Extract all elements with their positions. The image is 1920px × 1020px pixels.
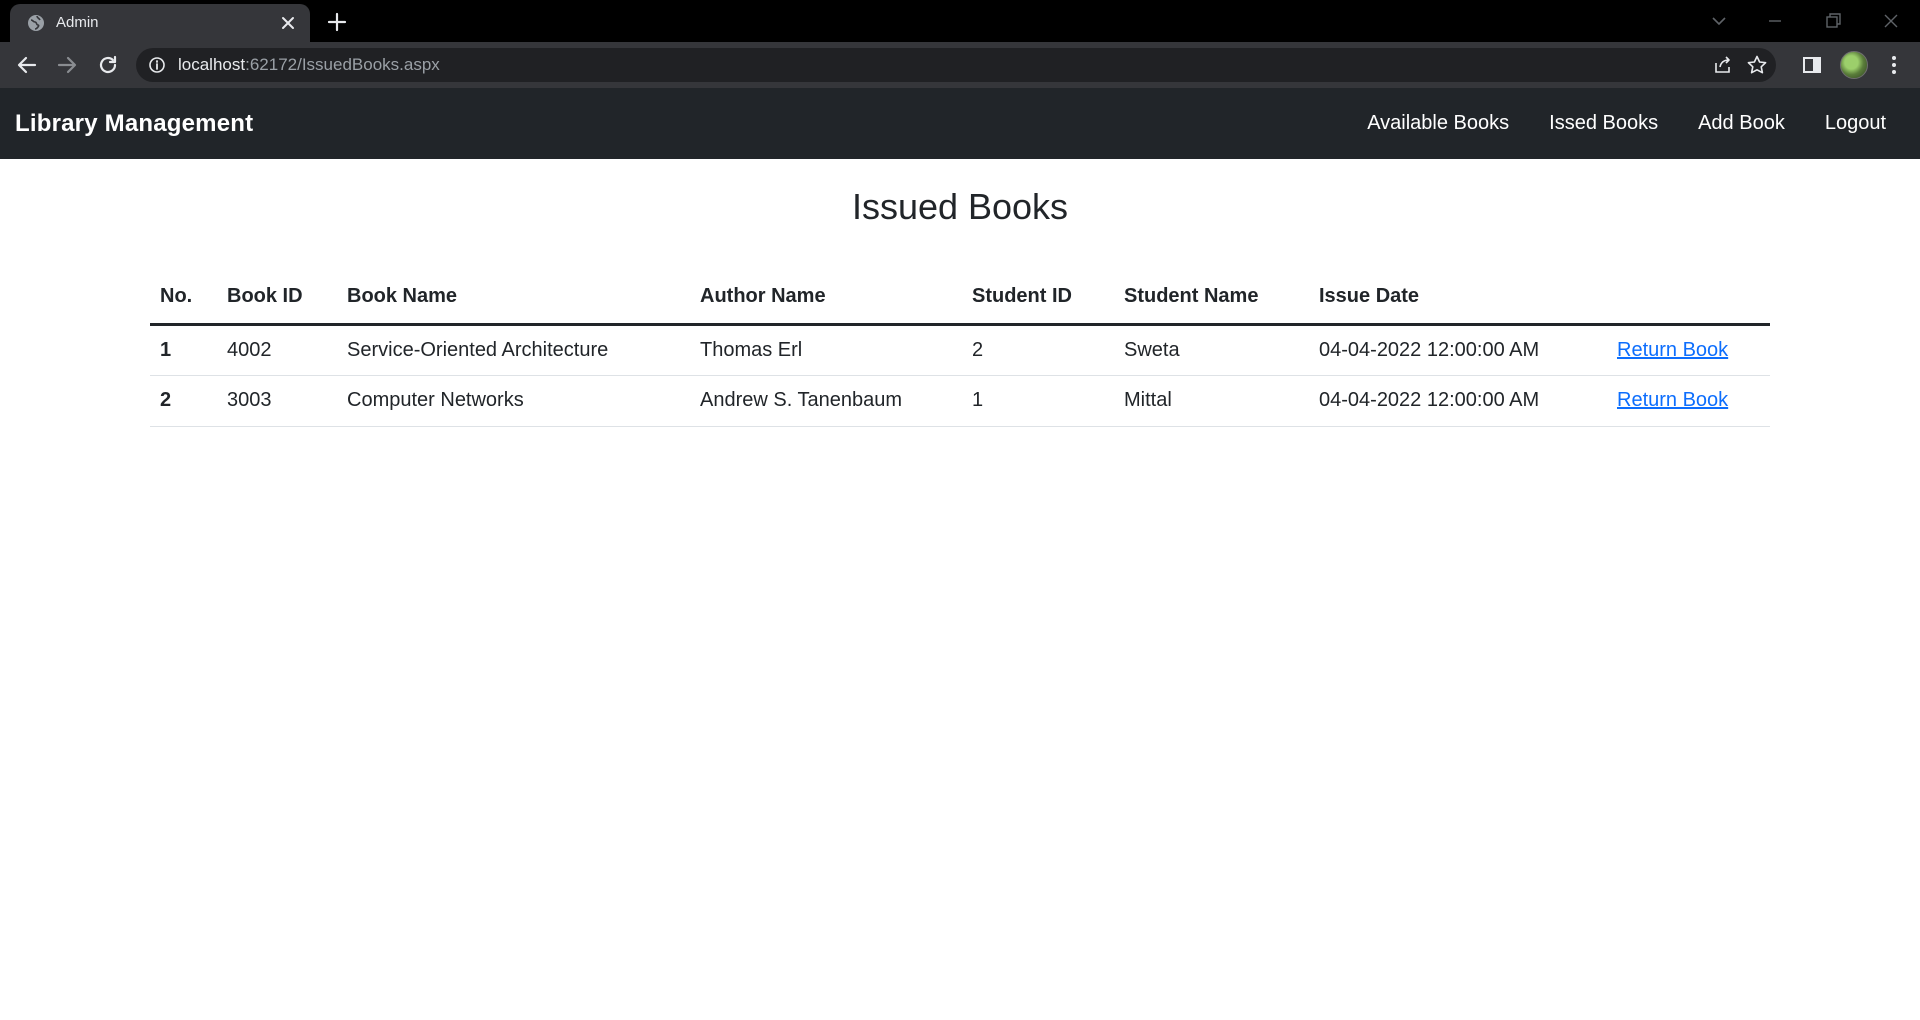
cell-book-name: Computer Networks — [337, 375, 690, 427]
nav-logout[interactable]: Logout — [1825, 112, 1886, 135]
nav-issued-books[interactable]: Issed Books — [1549, 112, 1658, 135]
browser-tabstrip: Admin — [0, 0, 1920, 42]
cell-book-name: Service-Oriented Architecture — [337, 324, 690, 376]
browser-toolbar: localhost:62172/IssuedBooks.aspx — [0, 42, 1920, 88]
url-host: localhost — [178, 55, 246, 74]
cell-no: 2 — [150, 375, 217, 427]
header-author-name: Author Name — [690, 270, 962, 326]
cell-book-id: 3003 — [217, 375, 337, 427]
header-book-name: Book Name — [337, 270, 690, 326]
header-issue-date: Issue Date — [1309, 270, 1607, 326]
cell-student-id: 1 — [962, 375, 1114, 427]
side-panel-icon[interactable] — [1800, 53, 1824, 77]
url-path: :62172/IssuedBooks.aspx — [245, 55, 440, 74]
site-navbar: Library Management Available Books Issed… — [0, 88, 1920, 159]
issued-books-table: No. Book ID Book Name Author Name Studen… — [150, 270, 1770, 427]
return-book-link[interactable]: Return Book — [1617, 389, 1728, 411]
header-action — [1607, 270, 1770, 326]
info-icon[interactable] — [148, 56, 166, 74]
tab-search-chevron-icon[interactable] — [1706, 8, 1732, 34]
restore-icon[interactable] — [1820, 8, 1846, 34]
cell-issue-date: 04-04-2022 12:00:00 AM — [1309, 324, 1607, 376]
back-arrow-icon[interactable] — [15, 53, 39, 77]
table-row: 1 4002 Service-Oriented Architecture Tho… — [150, 324, 1770, 376]
nav-links: Available Books Issed Books Add Book Log… — [1367, 88, 1886, 159]
close-icon[interactable] — [278, 13, 298, 33]
cell-student-name: Sweta — [1114, 324, 1309, 376]
url-text[interactable]: localhost:62172/IssuedBooks.aspx — [178, 48, 440, 82]
header-student-name: Student Name — [1114, 270, 1309, 326]
header-no: No. — [150, 270, 217, 326]
cell-action: Return Book — [1607, 324, 1770, 376]
return-book-link[interactable]: Return Book — [1617, 339, 1728, 361]
profile-avatar[interactable] — [1840, 51, 1868, 79]
table-row: 2 3003 Computer Networks Andrew S. Tanen… — [150, 375, 1770, 427]
issued-books-table-container: No. Book ID Book Name Author Name Studen… — [150, 270, 1770, 427]
reload-icon[interactable] — [96, 53, 120, 77]
cell-author-name: Thomas Erl — [690, 324, 962, 376]
page-title: Issued Books — [851, 186, 1069, 227]
forward-arrow-icon[interactable] — [55, 53, 79, 77]
cell-student-id: 2 — [962, 324, 1114, 376]
cell-book-id: 4002 — [217, 324, 337, 376]
plus-icon[interactable] — [326, 11, 348, 33]
globe-icon — [28, 15, 44, 31]
cell-issue-date: 04-04-2022 12:00:00 AM — [1309, 375, 1607, 427]
cell-action: Return Book — [1607, 375, 1770, 427]
address-bar[interactable]: localhost:62172/IssuedBooks.aspx — [136, 48, 1776, 82]
table-header-row: No. Book ID Book Name Author Name Studen… — [150, 270, 1770, 326]
navbar-brand[interactable]: Library Management — [15, 88, 253, 159]
star-icon[interactable] — [1746, 54, 1768, 76]
kebab-menu-icon[interactable] — [1882, 53, 1906, 77]
share-icon[interactable] — [1712, 54, 1734, 76]
cell-student-name: Mittal — [1114, 375, 1309, 427]
cell-author-name: Andrew S. Tanenbaum — [690, 375, 962, 427]
minimize-icon[interactable] — [1762, 8, 1788, 34]
window-close-icon[interactable] — [1878, 8, 1904, 34]
header-book-id: Book ID — [217, 270, 337, 326]
browser-tab-admin[interactable]: Admin — [10, 4, 310, 42]
cell-no: 1 — [150, 324, 217, 376]
tab-title: Admin — [56, 14, 99, 31]
nav-add-book[interactable]: Add Book — [1698, 112, 1785, 135]
nav-available-books[interactable]: Available Books — [1367, 112, 1509, 135]
header-student-id: Student ID — [962, 270, 1114, 326]
